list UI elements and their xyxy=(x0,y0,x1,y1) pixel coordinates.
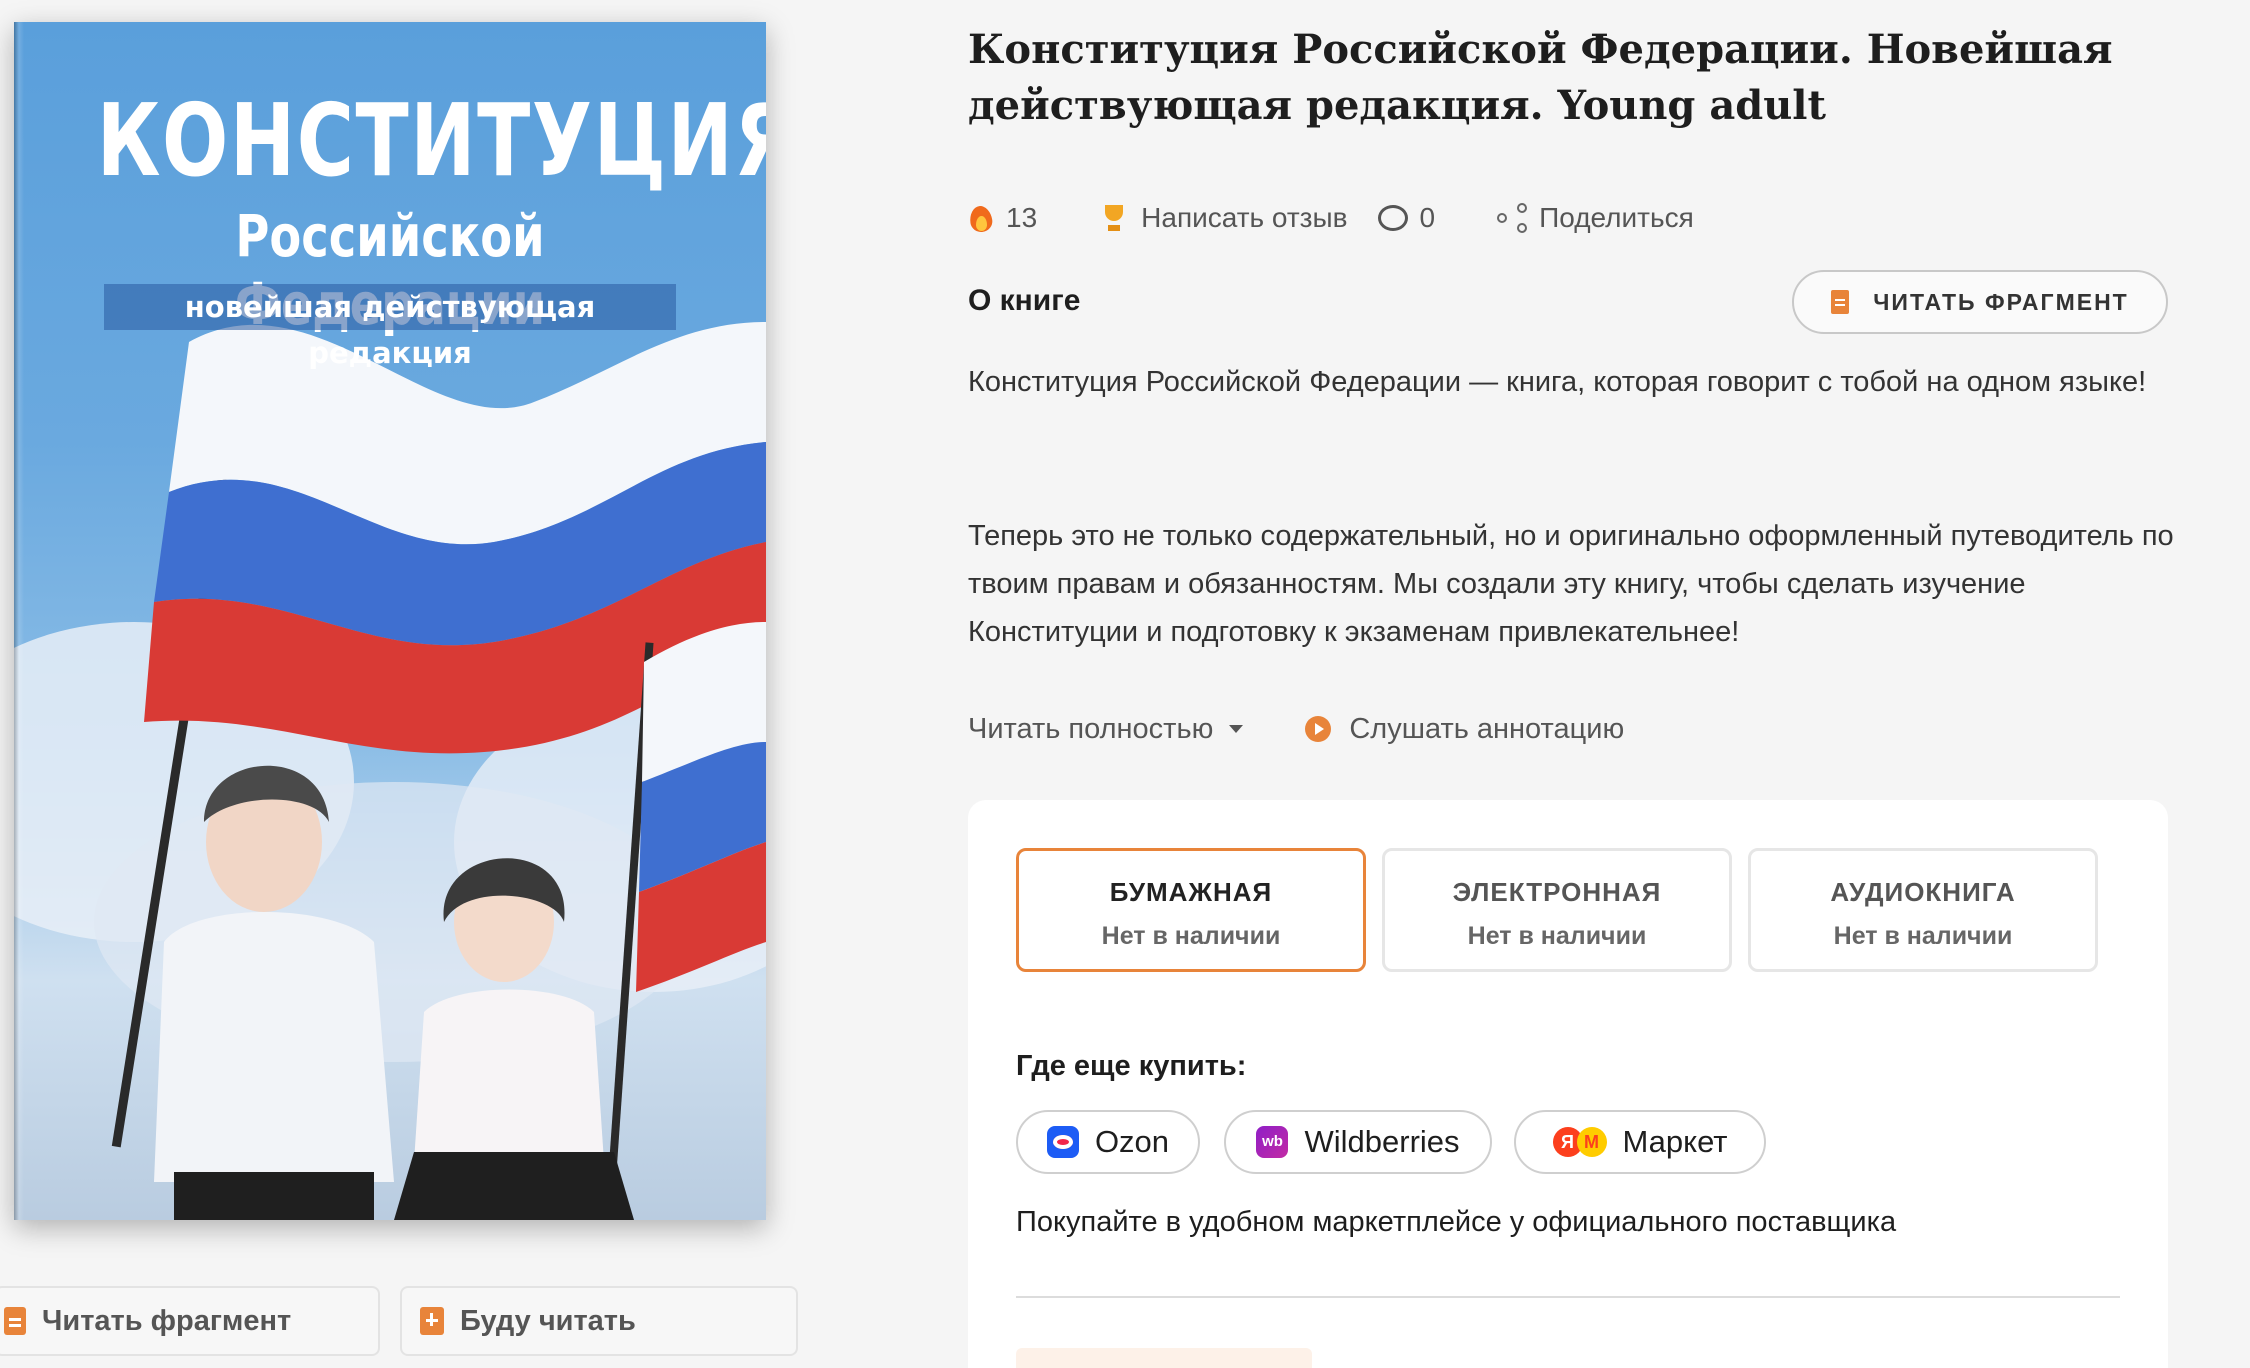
ozon-icon xyxy=(1046,1126,1079,1158)
cover-edition-band: новейшая действующая редакция xyxy=(104,284,676,370)
book-title: Конституция Российской Федерации. Новейш… xyxy=(968,26,2113,129)
description-paragraph-1: Конституция Российской Федерации — книга… xyxy=(968,366,2147,398)
marketplace-note: Покупайте в удобном маркетплейсе у офици… xyxy=(1016,1206,1897,1238)
likes-stat[interactable]: 13 xyxy=(968,202,1037,234)
document-icon xyxy=(4,1307,26,1335)
wildberries-icon: wb xyxy=(1256,1126,1289,1158)
write-review-link[interactable]: Написать отзыв xyxy=(1099,202,1348,234)
will-read-button[interactable]: Буду читать xyxy=(400,1286,798,1356)
format-ebook-tab[interactable]: ЭЛЕКТРОННАЯ Нет в наличии xyxy=(1382,848,1732,972)
about-heading: О книге xyxy=(968,284,1081,317)
format-status: Нет в наличии xyxy=(1101,922,1281,950)
flame-icon xyxy=(968,202,994,234)
comments-stat[interactable]: 0 xyxy=(1377,202,1436,234)
shop-wildberries-button[interactable]: wb Wildberries xyxy=(1224,1110,1492,1174)
share-label: Поделиться xyxy=(1539,202,1694,233)
description-paragraph-2: Теперь это не только содержательный, но … xyxy=(968,520,2174,648)
stats-row: 13 Написать отзыв 0 Поделиться xyxy=(968,196,1756,240)
comment-bubble-icon xyxy=(1377,205,1408,231)
trophy-icon xyxy=(1099,203,1129,233)
shop-ozon-button[interactable]: Ozon xyxy=(1016,1110,1200,1174)
shop-market-button[interactable]: ЯM Маркет xyxy=(1514,1110,1766,1174)
shop-label: Маркет xyxy=(1622,1124,1728,1159)
share-link[interactable]: Поделиться xyxy=(1497,202,1694,234)
read-fragment-side-label: Читать фрагмент xyxy=(42,1304,292,1337)
add-bookmark-icon xyxy=(420,1307,444,1335)
yandex-market-icon: ЯM xyxy=(1552,1127,1607,1157)
format-name: БУМАЖНАЯ xyxy=(1109,877,1273,907)
format-name: ЭЛЕКТРОННАЯ xyxy=(1452,877,1662,907)
chevron-down-icon[interactable] xyxy=(1229,725,1244,733)
book-cover[interactable]: КОНСТИТУЦИЯ Российской Федерации новейша… xyxy=(14,22,766,1220)
description-links: Читать полностью Слушать аннотацию xyxy=(968,704,1624,754)
where-to-buy-heading: Где еще купить: xyxy=(1016,1050,1247,1082)
read-full-link[interactable]: Читать полностью xyxy=(968,713,1213,746)
listen-annotation-link[interactable]: Слушать аннотацию xyxy=(1349,713,1624,746)
write-review-label: Написать отзыв xyxy=(1141,202,1348,233)
read-fragment-button[interactable]: ЧИТАТЬ ФРАГМЕНТ xyxy=(1792,270,2168,334)
format-name: АУДИОКНИГА xyxy=(1830,877,2016,907)
format-status: Нет в наличии xyxy=(1833,922,2013,950)
cutoff-element xyxy=(1016,1348,1312,1368)
format-paper-tab[interactable]: БУМАЖНАЯ Нет в наличии xyxy=(1016,848,1366,972)
will-read-label: Буду читать xyxy=(460,1304,636,1337)
share-icon xyxy=(1497,203,1528,233)
likes-count: 13 xyxy=(1006,202,1038,233)
cover-title: КОНСТИТУЦИЯ xyxy=(96,82,766,199)
read-fragment-side-button[interactable]: Читать фрагмент xyxy=(0,1286,380,1356)
format-audiobook-tab[interactable]: АУДИОКНИГА Нет в наличии xyxy=(1748,848,2098,972)
play-icon[interactable] xyxy=(1305,716,1332,742)
comments-count: 0 xyxy=(1419,202,1436,233)
read-fragment-label: ЧИТАТЬ ФРАГМЕНТ xyxy=(1873,288,2129,315)
shop-label: Wildberries xyxy=(1304,1124,1460,1159)
document-icon xyxy=(1831,290,1850,314)
divider xyxy=(1016,1296,2120,1298)
format-status: Нет в наличии xyxy=(1467,922,1647,950)
shop-label: Ozon xyxy=(1094,1124,1170,1159)
